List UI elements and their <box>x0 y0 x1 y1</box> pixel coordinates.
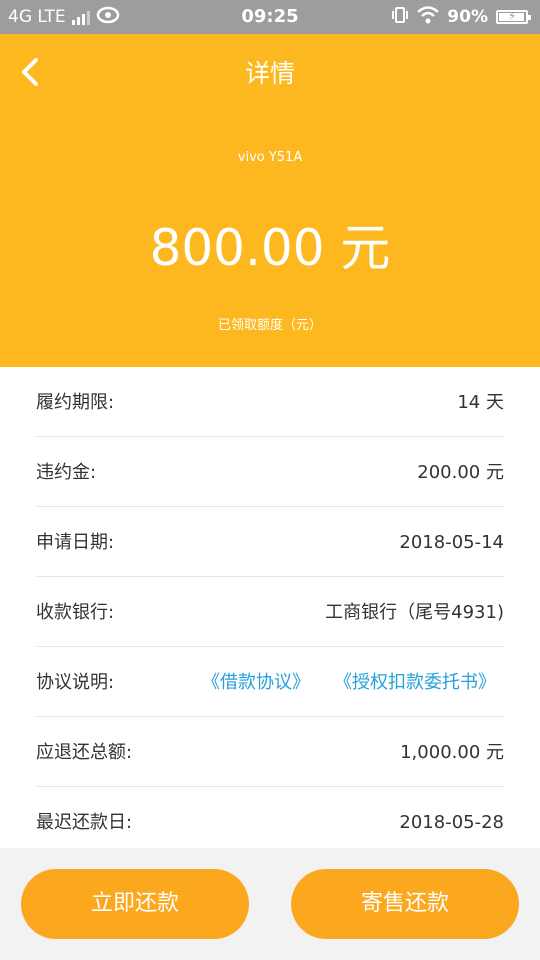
status-left: 4G LTE <box>8 0 120 34</box>
row-penalty: 违约金: 200.00 元 <box>36 437 504 507</box>
row-total-repay: 应退还总额: 1,000.00 元 <box>36 717 504 787</box>
battery-icon: ⚡ <box>496 9 531 24</box>
debit-authorization-link[interactable]: 《授权扣款委托书》 <box>334 647 496 719</box>
action-bar: 立即还款 寄售还款 <box>0 848 540 960</box>
row-term: 履约期限: 14 天 <box>36 367 504 437</box>
battery-percent: 90% <box>447 7 488 27</box>
row-value: 14 天 <box>457 392 504 413</box>
page-title: 详情 <box>244 59 295 88</box>
row-label: 应退还总额: <box>36 742 133 763</box>
signal-icon <box>71 9 90 25</box>
loan-agreement-link[interactable]: 《借款协议》 <box>202 647 310 719</box>
row-bank: 收款银行: 工商银行（尾号4931) <box>36 577 504 647</box>
network-type: 4G LTE <box>8 7 66 27</box>
vibrate-icon <box>391 6 409 29</box>
wifi-icon <box>417 5 440 29</box>
row-label: 违约金: <box>36 462 97 483</box>
row-label: 收款银行: <box>36 602 115 623</box>
device-name: vivo Y51A <box>237 150 303 165</box>
row-label: 申请日期: <box>36 532 115 553</box>
consign-repay-button[interactable]: 寄售还款 <box>291 869 519 939</box>
hd-voice-icon <box>96 6 120 29</box>
status-right: 90% ⚡ <box>391 0 531 34</box>
amount-label: 已领取额度（元） <box>217 318 322 333</box>
row-value: 200.00 元 <box>417 462 504 483</box>
row-value: 工商银行（尾号4931) <box>325 602 504 623</box>
row-value: 2018-05-14 <box>399 532 504 553</box>
details-list: 履约期限: 14 天 违约金: 200.00 元 申请日期: 2018-05-1… <box>0 367 540 848</box>
repay-now-button[interactable]: 立即还款 <box>21 869 249 939</box>
row-due-date: 最迟还款日: 2018-05-28 <box>36 787 504 857</box>
row-label: 协议说明: <box>36 672 115 693</box>
row-agreements: 协议说明: 《借款协议》 《授权扣款委托书》 <box>36 647 504 717</box>
status-bar: 4G LTE 09:25 90% ⚡ <box>0 0 540 34</box>
row-apply-date: 申请日期: 2018-05-14 <box>36 507 504 577</box>
header: 详情 vivo Y51A 800.00 元 已领取额度（元） <box>0 34 540 367</box>
amount-value: 800.00 元 <box>149 219 391 277</box>
row-value: 1,000.00 元 <box>400 742 504 763</box>
row-label: 履约期限: <box>36 392 115 413</box>
agreement-links: 《借款协议》 《授权扣款委托书》 <box>202 647 496 719</box>
